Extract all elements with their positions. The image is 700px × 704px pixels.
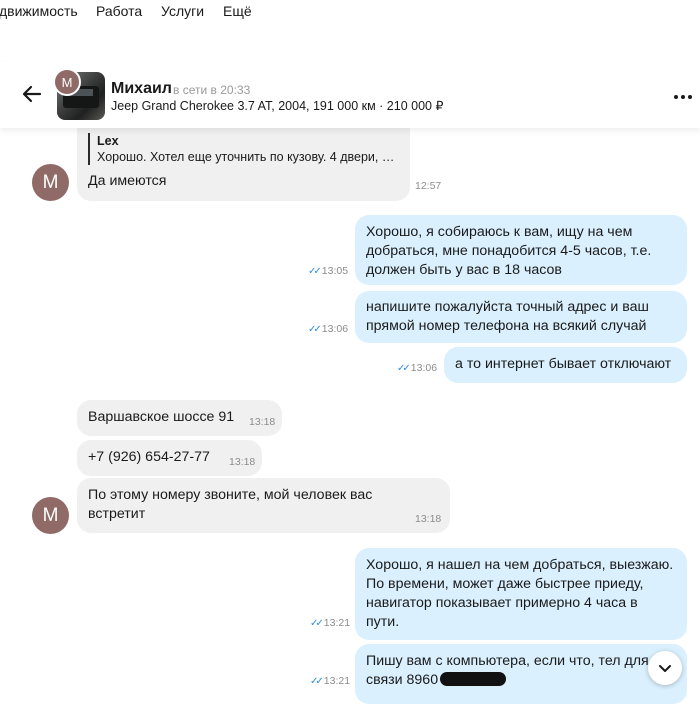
message-time: 13:18 bbox=[249, 416, 276, 428]
message-text: Хорошо, я нашел на чем добраться, выезжа… bbox=[366, 556, 673, 632]
nav-item-work[interactable]: Работа bbox=[96, 3, 142, 19]
message-status: ✓✓ 13:06 bbox=[397, 362, 437, 374]
message-line: напишите пожалуйста точный адрес и ваш bbox=[366, 299, 649, 315]
online-status: в сети в 20:33 bbox=[173, 83, 251, 97]
message-status: ✓✓ 13:21 bbox=[310, 675, 350, 687]
message-outgoing[interactable]: а то интернет бывает отключают bbox=[444, 347, 687, 383]
message-time: 13:06 bbox=[410, 362, 438, 374]
quote-author: Lex bbox=[97, 134, 119, 148]
quoted-message[interactable]: Lex Хорошо. Хотел еще уточнить по кузову… bbox=[88, 133, 397, 165]
message-incoming[interactable]: По этому номеру звоните, мой человек вас… bbox=[77, 478, 450, 533]
message-time: 13:18 bbox=[229, 456, 256, 468]
double-check-icon: ✓✓ bbox=[308, 266, 322, 277]
message-line: Пишу вам с компьютера, если что, тел для bbox=[366, 653, 649, 669]
more-dots-icon bbox=[674, 95, 692, 99]
message-outgoing[interactable]: Пишу вам с компьютера, если что, тел для… bbox=[355, 644, 687, 704]
message-incoming[interactable]: +7 (926) 654-27-77 13:18 bbox=[77, 440, 262, 476]
message-status: ✓✓ 13:06 bbox=[308, 323, 348, 335]
message-line-start: связи 8960 bbox=[366, 672, 439, 688]
message-line: пути. bbox=[366, 614, 400, 630]
message-outgoing[interactable]: напишите пожалуйста точный адрес и ваш п… bbox=[355, 291, 687, 343]
message-text: а то интернет бывает отключают bbox=[455, 356, 672, 372]
message-time: 13:06 bbox=[321, 323, 349, 335]
message-text: +7 (926) 654-27-77 bbox=[88, 449, 210, 465]
message-time: 12:57 bbox=[415, 180, 442, 192]
message-text: По этому номеру звоните, мой человек вас… bbox=[88, 486, 372, 524]
nav-item-realty[interactable]: движимость bbox=[0, 3, 78, 19]
more-menu-button[interactable] bbox=[674, 84, 692, 105]
message-text: Да имеются bbox=[88, 173, 167, 189]
message-line: прямой номер телефона на всякий случай bbox=[366, 318, 647, 334]
scroll-down-button[interactable] bbox=[648, 651, 682, 685]
double-check-icon: ✓✓ bbox=[397, 363, 411, 374]
nav-item-services[interactable]: Услуги bbox=[161, 3, 204, 19]
message-line: По этому номеру звоните, мой человек вас bbox=[88, 487, 373, 503]
message-incoming[interactable]: Lex Хорошо. Хотел еще уточнить по кузову… bbox=[77, 117, 441, 201]
arrow-left-icon bbox=[22, 85, 42, 103]
message-time: 13:05 bbox=[321, 265, 349, 277]
message-outgoing[interactable]: Хорошо, я собираюсь к вам, ищу на чем до… bbox=[355, 215, 687, 285]
chat-header: М Михаил в сети в 20:33 Jeep Grand Chero… bbox=[0, 62, 700, 128]
double-check-icon: ✓✓ bbox=[310, 676, 324, 687]
sender-avatar[interactable]: М bbox=[32, 497, 69, 534]
message-line: Хорошо, я нашел на чем добраться, выезжа… bbox=[366, 557, 674, 573]
message-text: напишите пожалуйста точный адрес и ваш п… bbox=[366, 298, 649, 336]
message-text: Варшавское шоссе 91 bbox=[88, 409, 235, 425]
header-avatar[interactable]: М bbox=[53, 68, 81, 96]
message-line: встретит bbox=[88, 506, 146, 522]
double-check-icon: ✓✓ bbox=[310, 618, 324, 629]
contact-name[interactable]: Михаил bbox=[111, 80, 172, 98]
message-status: ✓✓ 13:21 bbox=[310, 617, 350, 629]
message-outgoing[interactable]: Хорошо, я нашел на чем добраться, выезжа… bbox=[355, 548, 687, 640]
message-line: должен быть у вас в 18 часов bbox=[366, 262, 562, 278]
ad-info[interactable]: Jeep Grand Cherokee 3.7 AT, 2004, 191 00… bbox=[111, 98, 443, 113]
chevron-down-icon bbox=[659, 665, 671, 672]
message-time: 13:21 bbox=[323, 617, 351, 629]
message-line: добраться, мне понадобится 4-5 часов, т.… bbox=[366, 243, 652, 259]
message-line: связи 8960 bbox=[366, 671, 649, 690]
redacted-phone bbox=[440, 672, 507, 686]
nav-item-more[interactable]: Ещё bbox=[223, 3, 252, 19]
message-line: По времени, может даже быстрее приеду, bbox=[366, 576, 644, 592]
back-button[interactable] bbox=[20, 82, 44, 106]
sender-avatar[interactable]: М bbox=[32, 164, 69, 201]
message-incoming[interactable]: Варшавское шоссе 91 13:18 bbox=[77, 400, 282, 436]
message-text: Пишу вам с компьютера, если что, тел для… bbox=[366, 652, 649, 690]
double-check-icon: ✓✓ bbox=[308, 324, 322, 335]
message-line: Хорошо, я собираюсь к вам, ищу на чем bbox=[366, 224, 633, 240]
message-status: ✓✓ 13:05 bbox=[308, 265, 348, 277]
message-text: Хорошо, я собираюсь к вам, ищу на чем до… bbox=[366, 223, 651, 280]
message-time: 13:18 bbox=[415, 513, 442, 525]
message-line: навигатор показывает примерно 4 часа в bbox=[366, 595, 638, 611]
message-time: 13:21 bbox=[323, 675, 351, 687]
quote-text: Хорошо. Хотел еще уточнить по кузову. 4 … bbox=[97, 150, 397, 164]
